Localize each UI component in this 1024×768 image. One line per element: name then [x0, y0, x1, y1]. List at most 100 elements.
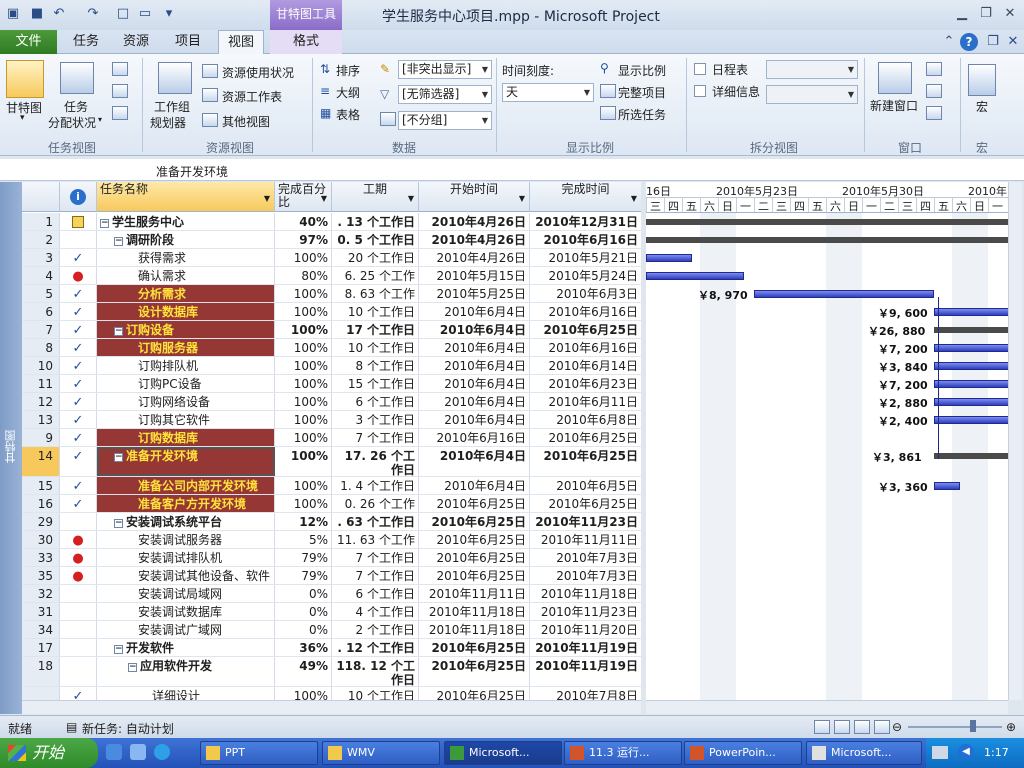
selected-tasks-button[interactable]: 所选任务	[618, 106, 666, 123]
start-cell[interactable]: 2010年6月4日	[419, 477, 530, 494]
new-icon[interactable]: □	[114, 5, 132, 23]
task-name-cell[interactable]: − 准备开发环境	[97, 447, 275, 476]
team-planner-label-2[interactable]: 规划器	[150, 114, 186, 131]
duration-cell[interactable]: . 13 个工作日	[332, 213, 419, 230]
start-cell[interactable]: 2010年6月25日	[419, 495, 530, 512]
redo-icon[interactable]: ↷	[84, 5, 102, 23]
finish-cell[interactable]: 2010年11月11日	[530, 531, 641, 548]
entry-bar-value[interactable]: 准备开发环境	[156, 163, 228, 180]
collapse-icon[interactable]: −	[114, 237, 123, 246]
summary-bar[interactable]	[646, 237, 1008, 243]
table-row[interactable]: ✓ 详细设计 100% 10 个工作日 2010年6月25日 2010年7月8日	[22, 687, 641, 700]
task-name-cell[interactable]: 安装调试排队机	[97, 549, 275, 566]
timeline-select[interactable]: ▼	[766, 60, 858, 79]
duration-cell[interactable]: 2 个工作日	[332, 621, 419, 638]
row-id[interactable]	[22, 687, 60, 700]
task-name-cell[interactable]: 分析需求	[97, 285, 275, 302]
sort-button[interactable]: 排序	[336, 62, 360, 79]
duration-cell[interactable]: 8. 63 个工作日	[332, 285, 419, 302]
quick-launch-icon[interactable]	[130, 744, 146, 760]
tray-arrow-icon[interactable]: ◀	[958, 744, 974, 760]
network-diagram-icon[interactable]	[112, 84, 128, 98]
finish-cell[interactable]: 2010年11月23日	[530, 513, 641, 530]
row-id[interactable]: 35	[22, 567, 60, 584]
other-views-button[interactable]: 其他视图	[222, 113, 270, 130]
finish-cell[interactable]: 2010年11月19日	[530, 639, 641, 656]
header-percent-complete[interactable]: 完成百分比 ▼	[275, 182, 332, 212]
task-name-cell[interactable]: − 开发软件	[97, 639, 275, 656]
duration-cell[interactable]: 0. 5 个工作日	[332, 231, 419, 248]
ribbon-minimize-icon[interactable]: ⌃	[940, 33, 958, 51]
zoom-button[interactable]: 显示比例	[618, 62, 666, 79]
start-cell[interactable]: 2010年4月26日	[419, 213, 530, 230]
filter-dropdown-icon[interactable]: ▼	[264, 192, 270, 205]
duration-cell[interactable]: 15 个工作日	[332, 375, 419, 392]
resource-sheet-shortcut-icon[interactable]	[874, 720, 890, 734]
row-id[interactable]: 7	[22, 321, 60, 338]
percent-cell[interactable]: 100%	[275, 687, 332, 700]
vertical-scrollbar[interactable]	[1008, 182, 1022, 700]
task-name-cell[interactable]: 订购网络设备	[97, 393, 275, 410]
duration-cell[interactable]: 10 个工作日	[332, 339, 419, 356]
percent-cell[interactable]: 79%	[275, 567, 332, 584]
start-cell[interactable]: 2010年11月18日	[419, 621, 530, 638]
details-select[interactable]: ▼	[766, 85, 858, 104]
sort-icon[interactable]: ⇅	[320, 62, 330, 76]
row-id[interactable]: 12	[22, 393, 60, 410]
table-horizontal-scrollbar[interactable]	[22, 700, 641, 714]
duration-cell[interactable]: 10 个工作日	[332, 303, 419, 320]
table-row[interactable]: 12 ✓ 订购网络设备 100% 6 个工作日 2010年6月4日 2010年6月11日	[22, 393, 641, 411]
start-cell[interactable]: 2010年6月25日	[419, 513, 530, 530]
close-icon[interactable]: ✕	[1000, 5, 1020, 23]
start-cell[interactable]: 2010年11月18日	[419, 603, 530, 620]
timescale-select[interactable]: 天 ▼	[502, 83, 594, 102]
finish-cell[interactable]: 2010年7月3日	[530, 549, 641, 566]
task-bar[interactable]	[934, 398, 1008, 406]
row-id[interactable]: 31	[22, 603, 60, 620]
table-row[interactable]: 3 ✓ 获得需求 100% 20 个工作日 2010年4月26日 2010年5月21日	[22, 249, 641, 267]
duration-cell[interactable]: 17. 26 个工作日	[332, 447, 419, 476]
taskbar-button-ppt-folder[interactable]: PPT	[200, 741, 318, 765]
task-name-cell[interactable]: 订购数据库	[97, 429, 275, 446]
start-cell[interactable]: 2010年6月16日	[419, 429, 530, 446]
finish-cell[interactable]: 2010年6月11日	[530, 393, 641, 410]
summary-bar[interactable]	[646, 219, 1008, 225]
duration-cell[interactable]: 7 个工作日	[332, 429, 419, 446]
duration-cell[interactable]: 8 个工作日	[332, 357, 419, 374]
finish-cell[interactable]: 2010年11月20日	[530, 621, 641, 638]
other-task-views-icon[interactable]	[112, 106, 128, 120]
summary-bar[interactable]	[934, 453, 1008, 459]
table-row[interactable]: 7 ✓ − 订购设备 100% 17 个工作日 2010年6月4日 2010年6月25日	[22, 321, 641, 339]
tab-file[interactable]: 文件	[0, 30, 57, 54]
gantt-view-shortcut-icon[interactable]	[814, 720, 830, 734]
collapse-icon[interactable]: −	[128, 663, 137, 672]
resource-sheet-button[interactable]: 资源工作表	[222, 88, 282, 105]
percent-cell[interactable]: 100%	[275, 303, 332, 320]
table-row[interactable]: 30 ● 安装调试服务器5%11. 63 个工作日2010年6月25日2010年11…	[22, 531, 641, 549]
table-row[interactable]: 14 ✓ − 准备开发环境 100% 17. 26 个工作日 2010年6月4日 2010年6…	[22, 447, 641, 477]
start-cell[interactable]: 2010年6月4日	[419, 375, 530, 392]
filter-dropdown-icon[interactable]: ▼	[321, 192, 327, 205]
finish-cell[interactable]: 2010年6月14日	[530, 357, 641, 374]
table-row[interactable]: 2 − 调研阶段 97% 0. 5 个工作日 2010年4月26日 2010年6月16日	[22, 231, 641, 249]
start-cell[interactable]: 2010年6月4日	[419, 321, 530, 338]
taskbar-button-ppt-show[interactable]: 11.3 运行...	[564, 741, 682, 765]
table-row[interactable]: 8 ✓ 订购服务器 100% 10 个工作日 2010年6月4日 2010年6月16日	[22, 339, 641, 357]
finish-cell[interactable]: 2010年5月24日	[530, 267, 641, 284]
task-name-cell[interactable]: 安装调试广域网	[97, 621, 275, 638]
start-cell[interactable]: 2010年6月4日	[419, 411, 530, 428]
percent-cell[interactable]: 100%	[275, 375, 332, 392]
percent-cell[interactable]: 100%	[275, 321, 332, 338]
table-row[interactable]: 18 − 应用软件开发 49% 118. 12 个工作日 2010年6月25日 2010年1…	[22, 657, 641, 687]
app-icon[interactable]: ▣	[4, 5, 22, 23]
task-name-cell[interactable]: 详细设计	[97, 687, 275, 700]
duration-cell[interactable]: 10 个工作日	[332, 687, 419, 700]
row-id[interactable]: 14	[22, 447, 60, 476]
finish-cell[interactable]: 2010年6月25日	[530, 321, 641, 338]
resource-usage-icon[interactable]	[202, 64, 218, 78]
collapse-icon[interactable]: −	[114, 453, 123, 462]
task-bar[interactable]	[646, 254, 692, 262]
team-planner-icon[interactable]	[158, 62, 192, 94]
tab-view[interactable]: 视图	[218, 30, 264, 55]
save-icon[interactable]: ■	[28, 5, 46, 23]
